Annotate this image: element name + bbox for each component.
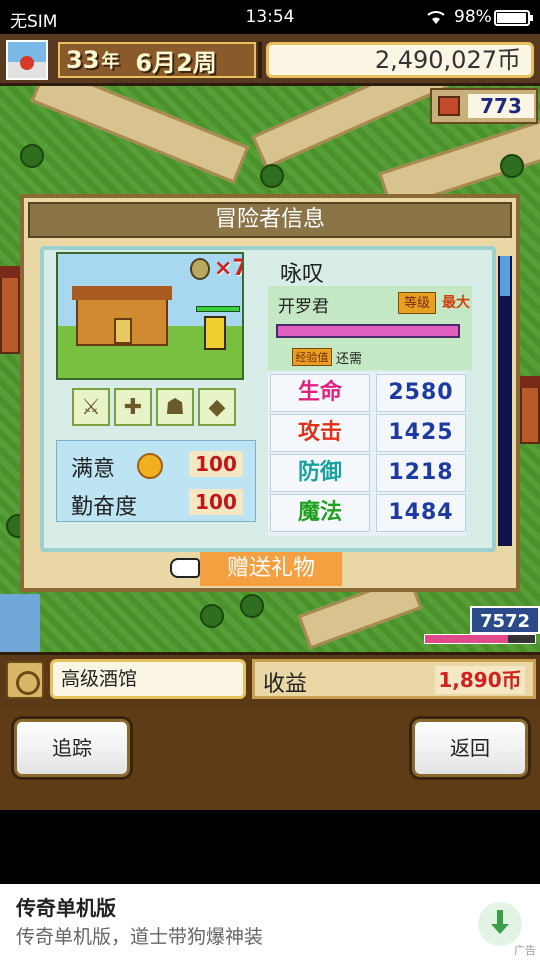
exp-label: 经验值 bbox=[292, 348, 332, 366]
magic-value: 1484 bbox=[376, 494, 466, 532]
house-icon bbox=[438, 96, 460, 116]
game-world[interactable]: 33 年 6月2周 2,490,027币 773 7572 冒险者信息 ×7 ⚔… bbox=[0, 34, 540, 810]
year-number: 33 bbox=[66, 46, 100, 74]
top-hud: 33 年 6月2周 2,490,027币 bbox=[0, 34, 540, 86]
bottom-hud: 高级酒馆 收益 1,890币 追踪 返回 bbox=[0, 652, 540, 810]
defense-label: 防御 bbox=[270, 454, 370, 492]
population-value: 773 bbox=[468, 94, 534, 118]
armor-icon[interactable]: ✚ bbox=[114, 388, 152, 426]
defense-value: 1218 bbox=[376, 454, 466, 492]
adventurer-portrait: ×7 bbox=[56, 252, 244, 380]
weapon-icon[interactable]: ⚔ bbox=[72, 388, 110, 426]
building bbox=[518, 376, 540, 444]
adventurer-subinfo: 开罗君 等级 最大 经验值 还需 bbox=[268, 286, 472, 370]
medal-count: ×7 bbox=[214, 256, 242, 281]
income-label: 收益 bbox=[263, 672, 308, 697]
helmet-icon[interactable]: ☗ bbox=[156, 388, 194, 426]
medal-icon bbox=[190, 258, 210, 280]
month-week: 6月2周 bbox=[135, 48, 217, 77]
adventurer-sprite bbox=[204, 316, 226, 350]
satisfaction-label: 满意 bbox=[71, 457, 116, 482]
satisfaction-row: 满意 100 bbox=[67, 447, 247, 482]
hp-label: 生命 bbox=[270, 374, 370, 412]
button-bar: 追踪 返回 bbox=[0, 707, 540, 810]
track-button[interactable]: 追踪 bbox=[14, 719, 130, 777]
level-bar bbox=[276, 324, 460, 338]
hp-bar bbox=[196, 306, 240, 312]
income-box: 收益 1,890币 bbox=[252, 659, 536, 699]
stat-grid: 生命 2580 攻击 1425 防御 1218 魔法 1484 bbox=[268, 372, 466, 536]
stat-row-hp: 生命 2580 bbox=[270, 374, 466, 412]
smiley-icon bbox=[137, 453, 163, 479]
satisfaction-value: 100 bbox=[189, 451, 243, 477]
level-value: 最大 bbox=[442, 295, 470, 311]
divider bbox=[258, 42, 262, 78]
stat-row-magic: 魔法 1484 bbox=[270, 494, 466, 532]
tree bbox=[200, 604, 224, 628]
origin-label: 开罗君 bbox=[278, 297, 329, 317]
date-display: 33 年 6月2周 bbox=[58, 42, 256, 78]
panel-title: 冒险者信息 bbox=[28, 202, 512, 238]
building bbox=[0, 266, 22, 354]
water bbox=[0, 594, 40, 654]
inn-building bbox=[72, 286, 172, 346]
pointing-hand-icon bbox=[170, 558, 200, 578]
status-bar: 无SIM 13:54 98% bbox=[0, 0, 540, 34]
stat-row-defense: 防御 1218 bbox=[270, 454, 466, 492]
magic-label: 魔法 bbox=[270, 494, 370, 532]
level-label: 等级 bbox=[398, 292, 436, 314]
attack-value: 1425 bbox=[376, 414, 466, 452]
tree bbox=[240, 594, 264, 618]
download-icon[interactable] bbox=[478, 902, 522, 946]
location-name: 高级酒馆 bbox=[50, 659, 246, 699]
accessory-icon[interactable]: ◆ bbox=[198, 388, 236, 426]
ad-tag: 广告 bbox=[514, 944, 536, 957]
tool-icon[interactable] bbox=[6, 661, 44, 699]
ad-subtitle: 传奇单机版，道士带狗爆神装 bbox=[16, 926, 264, 948]
diligence-row: 勤奋度 100 bbox=[67, 485, 247, 520]
exp-value: 还需 bbox=[336, 352, 363, 367]
side-progress-bar bbox=[424, 634, 536, 644]
gift-button-label: 赠送礼物 bbox=[200, 552, 342, 586]
income-value: 1,890币 bbox=[435, 666, 525, 694]
ad-banner[interactable]: 传奇单机版 传奇单机版，道士带狗爆神装 广告 bbox=[0, 884, 540, 960]
gift-button[interactable]: 赠送礼物 bbox=[166, 552, 346, 586]
stat-row-attack: 攻击 1425 bbox=[270, 414, 466, 452]
money-display: 2,490,027币 bbox=[266, 42, 534, 78]
panel-scrollbar[interactable] bbox=[498, 256, 512, 546]
side-counter: 7572 bbox=[470, 606, 540, 634]
year-unit: 年 bbox=[101, 51, 120, 72]
ad-title: 传奇单机版 bbox=[16, 896, 116, 920]
back-button[interactable]: 返回 bbox=[412, 719, 528, 777]
battery-icon bbox=[494, 10, 533, 26]
wifi-icon bbox=[427, 11, 445, 24]
diligence-value: 100 bbox=[189, 489, 243, 515]
adventurer-name: 咏叹 bbox=[280, 262, 325, 287]
town-portrait-icon[interactable] bbox=[6, 40, 48, 80]
equipment-slots: ⚔ ✚ ☗ ◆ bbox=[72, 388, 236, 426]
battery-percent: 98% bbox=[454, 7, 492, 27]
tree bbox=[500, 154, 524, 178]
letterbox bbox=[0, 810, 540, 884]
tree bbox=[20, 144, 44, 168]
tree bbox=[260, 164, 284, 188]
scroll-thumb[interactable] bbox=[500, 256, 510, 296]
diligence-label: 勤奋度 bbox=[71, 495, 138, 520]
mood-stats: 满意 100 勤奋度 100 bbox=[56, 440, 256, 522]
population-counter: 773 bbox=[430, 88, 538, 124]
hp-value: 2580 bbox=[376, 374, 466, 412]
attack-label: 攻击 bbox=[270, 414, 370, 452]
